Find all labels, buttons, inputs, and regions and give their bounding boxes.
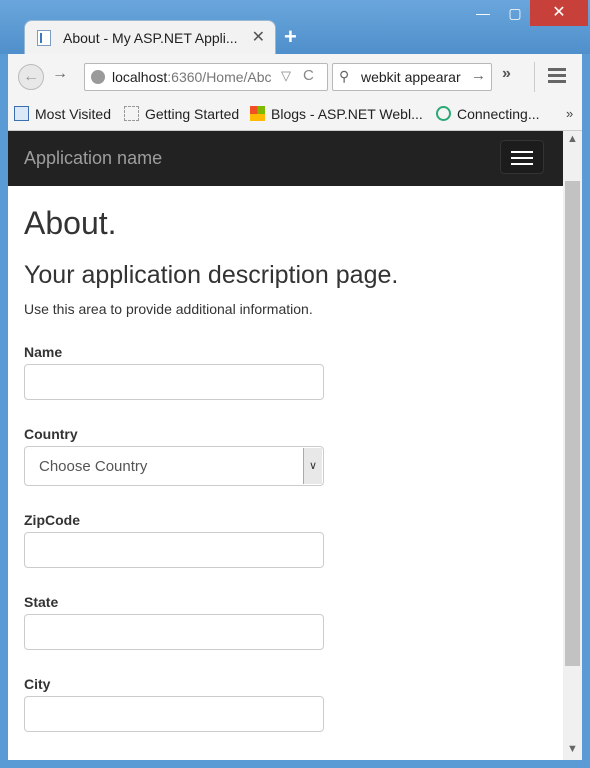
- url-path: :6360/Home/Abc: [167, 69, 272, 85]
- toolbar-divider: [534, 62, 535, 92]
- scroll-down-icon[interactable]: ▼: [567, 743, 578, 755]
- site-navbar: Application name: [8, 131, 563, 186]
- title-bar: About - My ASP.NET Appli... ✕ + — ▢ ✕: [0, 0, 590, 54]
- spinner-icon: [436, 106, 451, 121]
- bookmark-connecting[interactable]: Connecting...: [436, 106, 540, 122]
- main-content: About. Your application description page…: [24, 186, 554, 317]
- city-label: City: [24, 676, 51, 692]
- globe-icon: [91, 70, 105, 84]
- country-field-group: Country Choose Country ∨: [24, 426, 324, 486]
- bookmarks-bar: Most Visited Getting Started Blogs - ASP…: [8, 100, 582, 131]
- bookmark-label: Most Visited: [35, 106, 111, 122]
- bookmark-label: Getting Started: [145, 106, 240, 122]
- overflow-chevron-icon[interactable]: »: [502, 65, 511, 83]
- tab-title: About - My ASP.NET Appli...: [63, 30, 238, 46]
- city-input[interactable]: [24, 696, 324, 732]
- url-text: localhost:6360/Home/Abc: [112, 69, 277, 85]
- page-icon: [124, 106, 139, 121]
- bookmark-most-visited[interactable]: Most Visited: [14, 106, 111, 122]
- search-input[interactable]: ⚲ webkit appearar →: [332, 63, 492, 91]
- maximize-button[interactable]: ▢: [500, 0, 530, 26]
- country-select[interactable]: Choose Country ∨: [24, 446, 324, 486]
- brand-link[interactable]: Application name: [24, 148, 162, 169]
- state-field-group: State: [24, 594, 324, 650]
- name-label: Name: [24, 344, 63, 360]
- search-text: webkit appearar: [361, 69, 461, 85]
- url-bar[interactable]: localhost:6360/Home/Abc ▽ C: [84, 63, 328, 91]
- bookmark-label: Connecting...: [457, 106, 540, 122]
- chevron-down-icon[interactable]: ∨: [303, 448, 322, 484]
- close-window-button[interactable]: ✕: [530, 0, 588, 26]
- bookmark-label: Blogs - ASP.NET Webl...: [271, 106, 423, 122]
- reload-icon[interactable]: C: [303, 67, 314, 84]
- navigation-toolbar: ← → localhost:6360/Home/Abc ▽ C ⚲ webkit…: [8, 54, 582, 101]
- page-viewport: Application name About. Your application…: [8, 131, 582, 760]
- bookmarks-more-chevron-icon[interactable]: »: [566, 106, 573, 121]
- scroll-up-icon[interactable]: ▲: [567, 133, 578, 145]
- zipcode-input[interactable]: [24, 532, 324, 568]
- windows-logo-icon: [250, 106, 265, 121]
- bookmark-getting-started[interactable]: Getting Started: [124, 106, 239, 122]
- bookmark-icon: [14, 106, 29, 121]
- zipcode-label: ZipCode: [24, 512, 80, 528]
- minimize-button[interactable]: —: [466, 0, 500, 26]
- country-selected-value: Choose Country: [39, 458, 148, 475]
- navbar-toggle-button[interactable]: [500, 140, 544, 174]
- tab-close-icon[interactable]: ✕: [252, 27, 265, 47]
- menu-icon[interactable]: [548, 68, 566, 86]
- bookmark-blogs[interactable]: Blogs - ASP.NET Webl...: [250, 106, 423, 122]
- country-label: Country: [24, 426, 78, 442]
- vertical-scrollbar[interactable]: ▲ ▼: [563, 131, 582, 760]
- forward-button[interactable]: →: [52, 65, 68, 83]
- url-dropdown-icon[interactable]: ▽: [281, 68, 291, 84]
- url-host: localhost: [112, 69, 168, 85]
- search-go-icon[interactable]: →: [471, 67, 486, 84]
- name-field-group: Name: [24, 344, 324, 400]
- state-label: State: [24, 594, 59, 610]
- back-button[interactable]: ←: [18, 64, 44, 90]
- scrollbar-thumb[interactable]: [565, 181, 580, 666]
- city-field-group: City: [24, 676, 324, 732]
- zipcode-field-group: ZipCode: [24, 512, 324, 568]
- name-input[interactable]: [24, 364, 324, 400]
- browser-window: About - My ASP.NET Appli... ✕ + — ▢ ✕ ← …: [0, 0, 590, 768]
- page-icon: [37, 30, 51, 46]
- page-subtitle: Your application description page.: [24, 261, 399, 289]
- state-input[interactable]: [24, 614, 324, 650]
- page-description: Use this area to provide additional info…: [24, 301, 313, 317]
- search-icon: ⚲: [339, 68, 350, 84]
- page-title: About.: [24, 205, 117, 241]
- new-tab-button[interactable]: +: [284, 24, 297, 50]
- browser-tab[interactable]: About - My ASP.NET Appli... ✕: [24, 20, 276, 54]
